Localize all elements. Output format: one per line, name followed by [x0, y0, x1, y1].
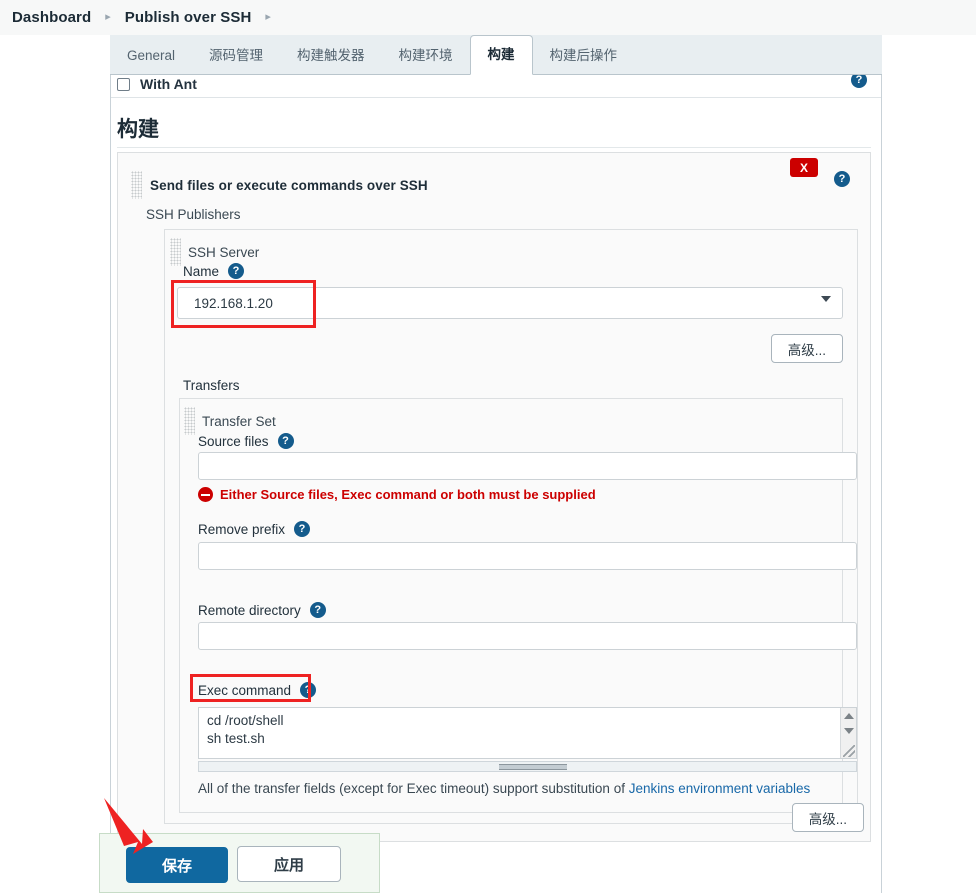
substitution-note-text: All of the transfer fields (except for E… — [198, 781, 629, 796]
transfer-set-title: Transfer Set — [202, 413, 276, 429]
exec-command-textarea-wrap: cd /root/shell sh test.sh — [198, 707, 857, 759]
drag-handle-icon-ssh[interactable] — [170, 238, 181, 266]
ssh-server-block: SSH Server Name ? 192.168.1.20 高级... Tra… — [164, 229, 864, 832]
with-ant-label: With Ant — [140, 76, 197, 92]
error-icon — [198, 487, 213, 502]
textarea-resize-handle[interactable] — [843, 745, 855, 757]
substitution-note: All of the transfer fields (except for E… — [198, 781, 810, 796]
source-files-label-row: Source files ? — [198, 433, 294, 449]
transfer-set-block: Transfer Set Source files ? Either Sourc… — [179, 398, 864, 832]
with-ant-checkbox[interactable] — [117, 77, 130, 91]
jenkins-env-variables-link[interactable]: Jenkins environment variables — [629, 781, 811, 796]
transfer-set-header: Transfer Set — [184, 407, 276, 435]
tab-build-env[interactable]: 构建环境 — [382, 36, 470, 75]
breadcrumb-separator-icon: ▸ — [105, 11, 111, 23]
tab-build[interactable]: 构建 — [469, 35, 533, 75]
tab-build-triggers[interactable]: 构建触发器 — [280, 36, 382, 75]
source-files-input[interactable] — [198, 452, 857, 480]
remote-directory-label-row: Remote directory ? — [198, 602, 326, 618]
help-icon-source-files[interactable]: ? — [277, 433, 294, 449]
save-button[interactable]: 保存 — [126, 847, 228, 883]
remote-directory-input[interactable] — [198, 622, 857, 650]
ssh-server-name-select[interactable]: 192.168.1.20 — [177, 287, 843, 319]
remove-builder-button[interactable]: X — [790, 158, 818, 177]
exec-command-label: Exec command — [198, 682, 292, 698]
divider — [111, 97, 881, 98]
transfers-label: Transfers — [183, 378, 240, 393]
ssh-advanced-button[interactable]: 高级... — [770, 334, 843, 363]
with-ant-row[interactable]: With Ant — [111, 75, 881, 97]
exec-command-textarea[interactable]: cd /root/shell sh test.sh — [198, 707, 857, 759]
name-label-row: Name ? — [183, 263, 245, 279]
textarea-horizontal-scrollbar[interactable] — [198, 761, 857, 772]
scrollbar-thumb[interactable] — [499, 764, 567, 770]
tab-post-build[interactable]: 构建后操作 — [533, 36, 635, 75]
exec-command-label-row: Exec command ? — [198, 682, 317, 698]
page-root: Dashboard ▸ Publish over SSH ▸ General 源… — [0, 0, 976, 893]
config-form-panel: With Ant ? 构建 Send files or execute comm… — [110, 75, 882, 893]
transfer-advanced-button[interactable]: 高级... — [791, 803, 864, 832]
breadcrumb-item-publish-over-ssh[interactable]: Publish over SSH — [125, 9, 252, 26]
scroll-down-icon[interactable] — [844, 728, 854, 734]
help-icon-remove-prefix[interactable]: ? — [294, 521, 311, 537]
name-label: Name — [183, 263, 220, 279]
ssh-server-name-select-wrap: 192.168.1.20 — [177, 287, 843, 319]
builder-title: Send files or execute commands over SSH — [150, 177, 428, 193]
apply-button[interactable]: 应用 — [237, 846, 341, 882]
builder-block-send-files-ssh: Send files or execute commands over SSH … — [117, 152, 871, 842]
validation-error-text: Either Source files, Exec command or bot… — [220, 487, 596, 502]
section-divider — [117, 147, 871, 148]
breadcrumb: Dashboard ▸ Publish over SSH ▸ — [0, 0, 976, 35]
scroll-up-icon[interactable] — [844, 713, 854, 719]
breadcrumb-separator-icon-2: ▸ — [265, 11, 271, 23]
builder-header: Send files or execute commands over SSH — [131, 171, 428, 199]
left-gutter — [0, 75, 110, 893]
remove-prefix-label-row: Remove prefix ? — [198, 521, 311, 537]
remove-prefix-label: Remove prefix — [198, 521, 286, 537]
help-icon-name[interactable]: ? — [228, 263, 245, 279]
breadcrumb-item-dashboard[interactable]: Dashboard — [12, 9, 91, 26]
ssh-server-title: SSH Server — [188, 244, 260, 260]
validation-error-source-files: Either Source files, Exec command or bot… — [198, 487, 596, 502]
drag-handle-icon[interactable] — [131, 171, 142, 199]
drag-handle-icon-transfer[interactable] — [184, 407, 195, 435]
tab-general[interactable]: General — [110, 36, 192, 75]
source-files-label: Source files — [198, 433, 269, 449]
remote-directory-label: Remote directory — [198, 602, 301, 618]
remove-prefix-input[interactable] — [198, 542, 857, 570]
help-icon-remote-directory[interactable]: ? — [309, 602, 326, 618]
ssh-publishers-label: SSH Publishers — [146, 207, 241, 222]
tab-source-control[interactable]: 源码管理 — [192, 36, 280, 75]
config-tab-strip: General 源码管理 构建触发器 构建环境 构建 构建后操作 — [110, 35, 882, 75]
help-icon-builder[interactable]: ? — [834, 171, 850, 187]
page-title: 构建 — [117, 118, 159, 141]
ssh-server-header: SSH Server — [170, 238, 259, 266]
help-icon-exec-command[interactable]: ? — [300, 682, 317, 698]
